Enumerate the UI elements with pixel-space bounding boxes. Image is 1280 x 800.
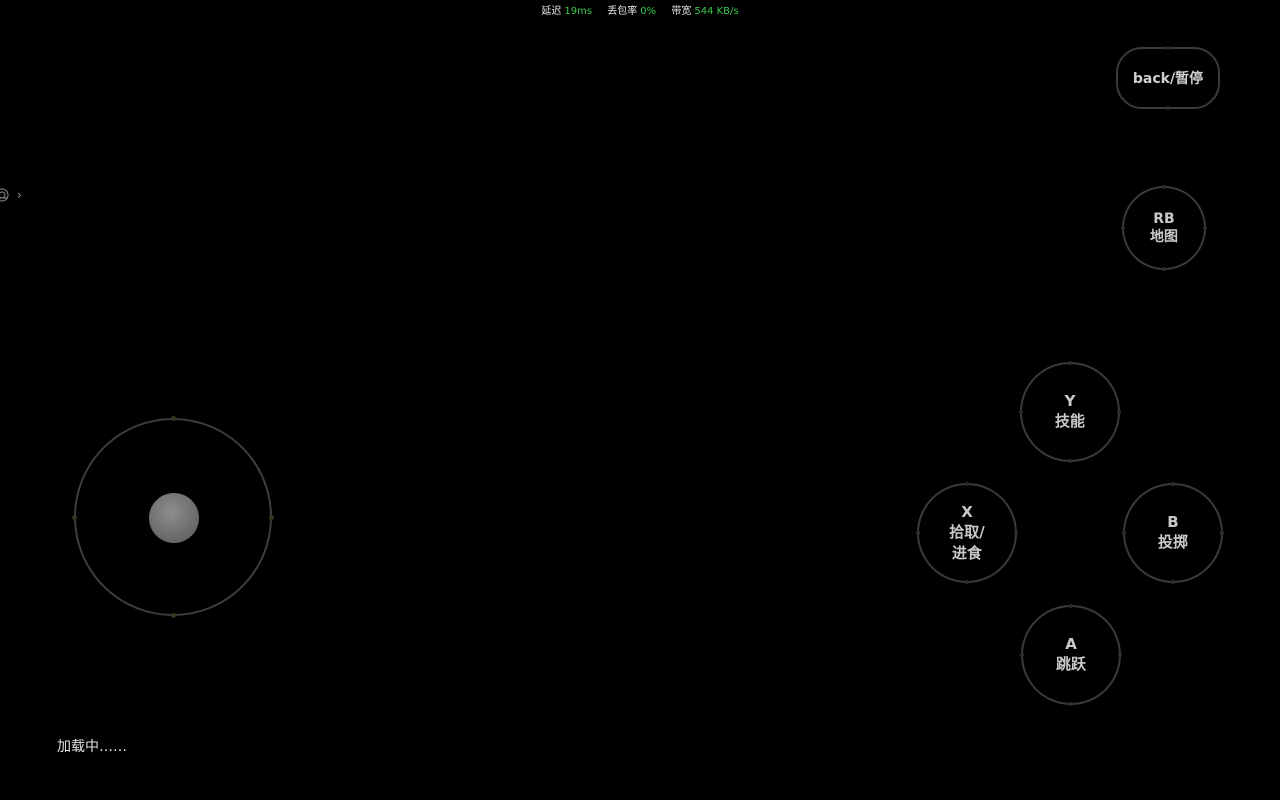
button-marker-bottom <box>965 580 969 584</box>
packet-loss-value: 0% <box>640 6 657 17</box>
button-marker-left <box>1122 531 1126 535</box>
x-action-label-line2: 进食 <box>951 543 982 562</box>
bandwidth-stat: 带宽 544 KB/s <box>671 5 738 19</box>
a-action-label: 跳跃 <box>1055 655 1086 673</box>
button-marker-left <box>1121 226 1125 230</box>
x-pickup-button[interactable]: X 拾取/ 进食 <box>916 482 1018 584</box>
b-key-label: B <box>1167 513 1179 531</box>
joystick-tick-right <box>269 515 274 520</box>
b-action-label: 投掷 <box>1157 533 1188 551</box>
button-marker-bottom <box>1171 580 1175 584</box>
button-marker-right <box>1117 410 1121 414</box>
x-action-label-line1: 拾取/ <box>949 522 985 541</box>
rb-key-label: RB <box>1153 211 1175 227</box>
button-marker-right <box>1220 531 1224 535</box>
chevron-right-icon: › <box>17 188 22 202</box>
joystick-tick-top <box>171 416 176 421</box>
button-marker-left <box>1020 653 1024 657</box>
bandwidth-label: 带宽 <box>671 6 692 17</box>
button-marker-bottom <box>1166 106 1170 110</box>
button-marker-right <box>1118 653 1122 657</box>
x-key-label: X <box>961 502 973 521</box>
joystick-knob[interactable] <box>149 493 199 543</box>
network-stats-bar: 延迟 19ms 丢包率 0% 带宽 544 KB/s <box>0 5 1280 19</box>
a-jump-button[interactable]: A 跳跃 <box>1020 604 1122 706</box>
button-marker-top <box>1162 185 1166 189</box>
y-skill-button[interactable]: Y 技能 <box>1019 361 1121 463</box>
joystick-tick-bottom <box>171 613 176 618</box>
latency-stat: 延迟 19ms <box>541 5 592 19</box>
latency-label: 延迟 <box>541 6 562 17</box>
button-marker-left <box>916 531 920 535</box>
back-pause-button[interactable]: back/暂停 <box>1116 46 1220 110</box>
button-marker-top <box>1069 604 1073 608</box>
button-marker-right <box>1203 226 1207 230</box>
button-marker-bottom <box>1069 702 1073 706</box>
back-pause-label: back/暂停 <box>1132 71 1204 87</box>
rb-map-button[interactable]: RB 地图 <box>1121 185 1207 271</box>
packet-loss-stat: 丢包率 0% <box>607 5 656 19</box>
bandwidth-value: 544 KB/s <box>694 6 739 17</box>
button-marker-top <box>1171 482 1175 486</box>
y-key-label: Y <box>1064 392 1076 410</box>
button-marker-left <box>1019 410 1023 414</box>
a-key-label: A <box>1065 635 1077 653</box>
controller-icon <box>0 188 9 202</box>
latency-value: 19ms <box>564 6 593 17</box>
b-throw-button[interactable]: B 投掷 <box>1122 482 1224 584</box>
button-marker-top <box>1166 46 1170 50</box>
float-menu-toggle[interactable]: › <box>0 186 26 206</box>
button-marker-bottom <box>1068 459 1072 463</box>
button-marker-right <box>1014 531 1018 535</box>
y-action-label: 技能 <box>1054 412 1085 430</box>
rb-action-label: 地图 <box>1150 229 1178 245</box>
loading-status: 加载中…… <box>57 739 127 755</box>
virtual-joystick[interactable] <box>72 416 274 618</box>
button-marker-bottom <box>1162 267 1166 271</box>
button-marker-top <box>965 482 969 486</box>
joystick-tick-left <box>72 515 77 520</box>
button-marker-top <box>1068 361 1072 365</box>
packet-loss-label: 丢包率 <box>607 6 638 17</box>
